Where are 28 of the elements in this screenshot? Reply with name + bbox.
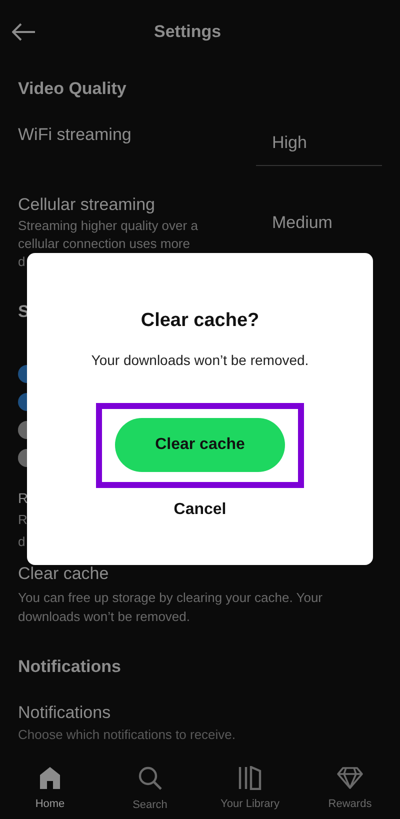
setting-description: d (18, 253, 26, 271)
dialog-message: Your downloads won’t be removed. (91, 350, 309, 370)
setting-label: d (18, 532, 26, 550)
nav-tab[interactable]: Your Library (205, 766, 295, 812)
setting-description: You can free up storage by clearing your cache. Your downloads won’t be removed. (18, 589, 324, 626)
nav-tab[interactable]: Home (5, 766, 95, 812)
cancel-button[interactable]: Cancel (174, 498, 226, 522)
setting-description: Choose which notifications to receive. (18, 726, 237, 744)
nav-tab[interactable]: Search (105, 764, 195, 814)
section-heading: Video Quality (18, 78, 128, 100)
setting-label: WiFi streaming (18, 124, 132, 146)
quality-dropdown[interactable]: Medium (256, 210, 382, 246)
home-icon (37, 766, 63, 790)
nav-tab[interactable]: Rewards (305, 766, 395, 812)
setting-label: Notifications (18, 702, 112, 724)
clear-cache-button[interactable]: Clear cache (115, 418, 285, 472)
diamond-icon (336, 766, 364, 790)
setting-label: R (18, 488, 28, 508)
setting-label: R (18, 510, 28, 528)
section-heading: Notifications (18, 656, 122, 678)
setting-label: Cellular streaming (18, 194, 156, 216)
page-title: Settings (154, 21, 222, 44)
library-icon (237, 766, 263, 790)
dialog-title: Clear cache? (140, 309, 260, 333)
quality-dropdown[interactable]: High (256, 130, 382, 166)
back-arrow-icon[interactable] (12, 23, 36, 41)
setting-label: Clear cache (18, 562, 110, 584)
search-icon (137, 764, 163, 791)
